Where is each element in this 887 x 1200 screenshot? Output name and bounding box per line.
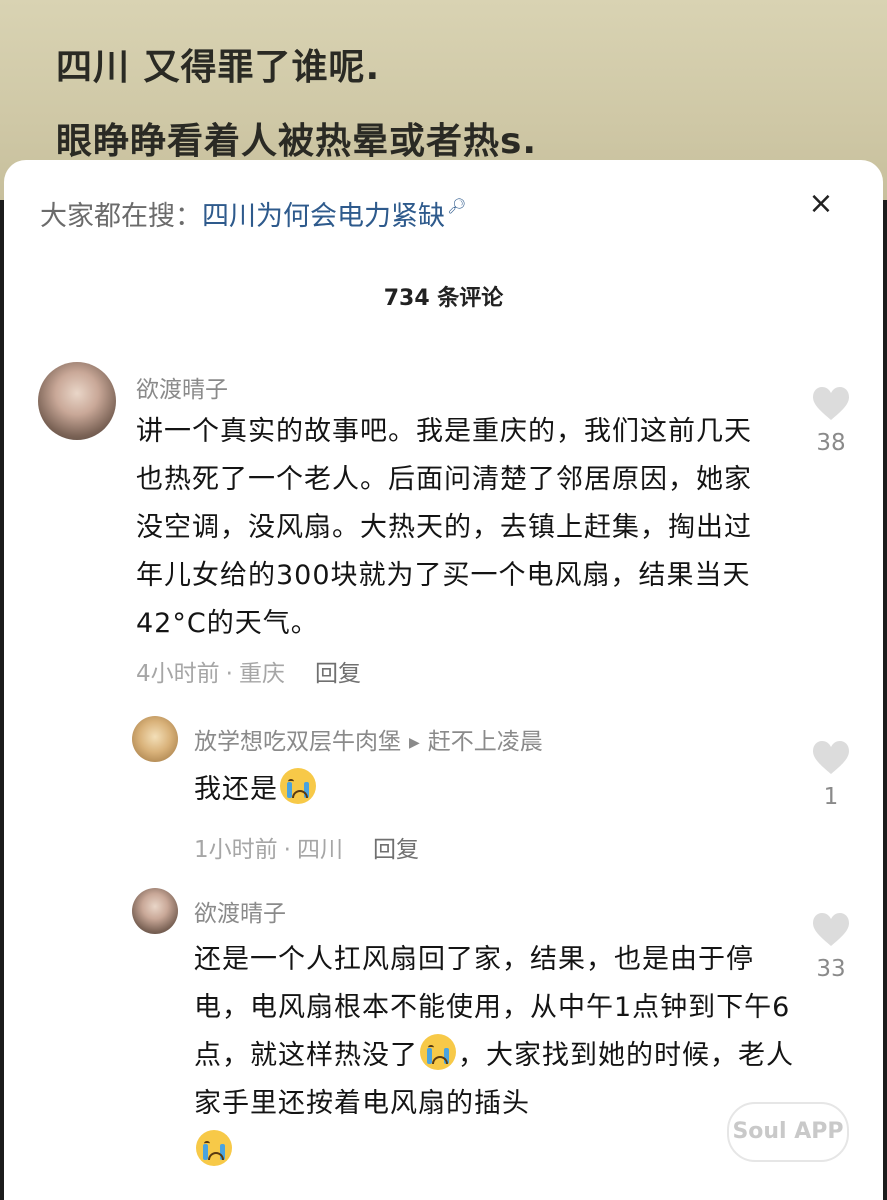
avatar[interactable] — [132, 716, 178, 762]
reply-meta: 1小时前 · 四川 回复 — [194, 830, 419, 864]
reply-text: 我还是 — [194, 766, 318, 814]
reply-username-line: 放学想吃双层牛肉堡 ▶ 赶不上凌晨 — [194, 722, 543, 756]
separator-dot: · — [225, 661, 233, 687]
avatar[interactable] — [132, 888, 178, 934]
watermark: Soul APP — [727, 1102, 849, 1162]
comment-username[interactable]: 欲渡晴子 — [136, 370, 228, 404]
heart-icon[interactable] — [811, 740, 851, 776]
search-icon: 🔎︎ — [447, 197, 467, 215]
video-caption-line2: 眼睁睁看着人被热晕或者热s. — [56, 121, 538, 162]
search-suggestion-link[interactable]: 四川为何会电力紧缺 — [202, 201, 445, 232]
search-suggestion-label: 大家都在搜： — [40, 201, 202, 232]
reply-to-username[interactable]: 赶不上凌晨 — [428, 729, 543, 755]
comments-count-title: 734 条评论 — [383, 286, 504, 311]
comments-sheet: 大家都在搜：四川为何会电力紧缺 🔎︎ × 734 条评论 欲渡晴子 讲一个真实的故… — [4, 160, 883, 1200]
comment-time: 4小时前 — [136, 661, 220, 687]
like-count: 1 — [823, 784, 839, 810]
video-caption-line1: 四川 又得罪了谁呢. — [56, 47, 381, 88]
reply-username[interactable]: 欲渡晴子 — [194, 894, 286, 928]
reply-button[interactable]: 回复 — [315, 661, 361, 687]
comment-location: 重庆 — [238, 661, 285, 687]
close-button[interactable]: × — [803, 186, 839, 222]
reply-text: 还是一个人扛风扇回了家，结果，也是由于停电，电风扇根本不能使用，从中午1点钟到下… — [194, 936, 804, 1176]
crying-emoji-icon — [196, 1130, 232, 1166]
avatar[interactable] — [38, 362, 116, 440]
like-control[interactable]: 1 — [801, 740, 861, 810]
crying-emoji-icon — [280, 768, 316, 804]
search-suggestion[interactable]: 大家都在搜：四川为何会电力紧缺 🔎︎ — [40, 194, 466, 233]
reply-button[interactable]: 回复 — [373, 837, 419, 863]
reply-text-content: 我还是 — [194, 774, 278, 805]
heart-icon[interactable] — [811, 386, 851, 422]
reply-arrow-icon: ▶ — [409, 735, 420, 751]
like-control[interactable]: 33 — [801, 912, 861, 982]
separator-dot: · — [283, 837, 291, 863]
crying-emoji-icon — [420, 1034, 456, 1070]
reply-time: 1小时前 — [194, 837, 278, 863]
comment-text: 讲一个真实的故事吧。我是重庆的，我们这前几天也热死了一个老人。后面问清楚了邻居原… — [136, 416, 752, 639]
like-control[interactable]: 38 — [801, 386, 861, 456]
reply-username[interactable]: 放学想吃双层牛肉堡 — [194, 729, 401, 755]
like-count: 33 — [816, 956, 846, 982]
heart-icon[interactable] — [811, 912, 851, 948]
comment-meta: 4小时前 · 重庆 回复 — [136, 654, 361, 688]
reply-location: 四川 — [296, 837, 343, 863]
like-count: 38 — [816, 430, 846, 456]
